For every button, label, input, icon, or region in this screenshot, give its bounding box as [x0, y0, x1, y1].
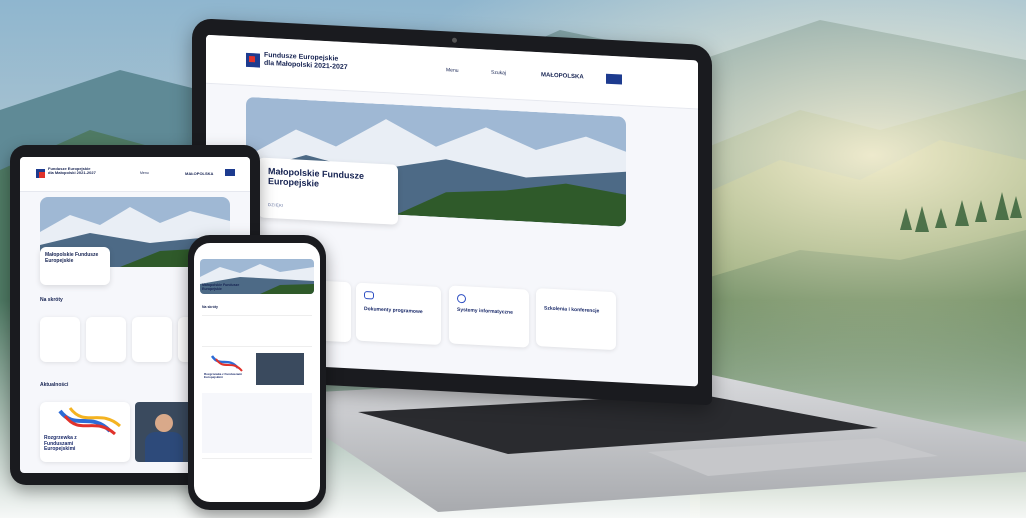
menu-button[interactable]: Menu: [140, 171, 149, 175]
region-logo: MAŁOPOLSKA: [185, 171, 214, 176]
tile-it-systems[interactable]: Systemy informatyczne: [449, 285, 529, 348]
eu-flag-icon: [606, 73, 622, 85]
globe-icon: [457, 293, 466, 304]
smartphone: Małopolskie Fundusze Europejskie Na skró…: [188, 235, 326, 510]
document-icon: [364, 291, 374, 300]
phone-section-title: Na skróty: [202, 305, 218, 309]
site-logo-text[interactable]: Fundusze Europejskie dla Małopolski 2021…: [264, 52, 348, 72]
tablet-tile[interactable]: [132, 317, 172, 362]
tablet-hero-card: Małopolskie Fundusze Europejskie: [40, 247, 110, 285]
tile-label: Systemy informatyczne: [457, 306, 513, 316]
promo-scene: Fundusze Europejskie dla Małopolski 2021…: [0, 0, 1026, 518]
tile-documents[interactable]: Dokumenty programowe: [356, 282, 441, 346]
hero-more-link[interactable]: DZIĘKI: [268, 202, 284, 208]
phone-footer: [202, 458, 312, 489]
tile-label: Dokumenty programowe: [364, 306, 423, 316]
camera-icon: [452, 37, 457, 43]
news-photo[interactable]: [135, 402, 195, 462]
search-button[interactable]: Szukaj: [491, 70, 506, 77]
ribbon-illustration: [58, 407, 122, 436]
eu-flag-icon: [225, 169, 235, 176]
news-card[interactable]: Rozgrzewka z Funduszami Europejskimi: [40, 402, 130, 462]
phone-content-block: [202, 393, 312, 453]
tablet-logo-text[interactable]: Fundusze Europejskie dla Małopolski 2021…: [48, 166, 96, 176]
news-card-title: Rozgrzewka z Funduszami Europejskimi: [44, 435, 77, 452]
eu-logo-icon: [36, 169, 45, 178]
shortcuts-section-title: Na skróty: [40, 297, 63, 303]
phone-news-title: Rozgrzewka z Funduszami Europejskimi: [204, 372, 243, 380]
tile-label: Szkolenia i konferencje: [544, 305, 600, 315]
region-logo: MAŁOPOLSKA: [541, 72, 584, 81]
phone-news-photo[interactable]: [256, 353, 304, 385]
tablet-tile[interactable]: [86, 317, 126, 362]
tablet-tile[interactable]: [40, 317, 80, 362]
phone-shortcut-grid[interactable]: [202, 315, 312, 347]
menu-button[interactable]: Menu: [446, 67, 459, 74]
eu-logo-icon: [246, 52, 260, 68]
hero-title: Małopolskie Fundusze Europejskie: [268, 165, 365, 190]
news-section-title: Aktualności: [40, 382, 69, 388]
phone-hero-title: Małopolskie Fundusze Europejskie: [202, 283, 240, 292]
phone-news-card[interactable]: Rozgrzewka z Funduszami Europejskimi: [202, 353, 254, 385]
tile-trainings[interactable]: Szkolenia i konferencje: [536, 288, 616, 351]
hero-card: Małopolskie Fundusze Europejskie DZIĘKI: [258, 157, 398, 225]
logo-line-2: dla Małopolski 2021-2027: [48, 170, 96, 176]
phone-screen: Małopolskie Fundusze Europejskie Na skró…: [194, 243, 320, 502]
tablet-header: Fundusze Europejskie dla Małopolski 2021…: [20, 157, 250, 192]
hero-title: Małopolskie Fundusze Europejskie: [45, 252, 99, 264]
